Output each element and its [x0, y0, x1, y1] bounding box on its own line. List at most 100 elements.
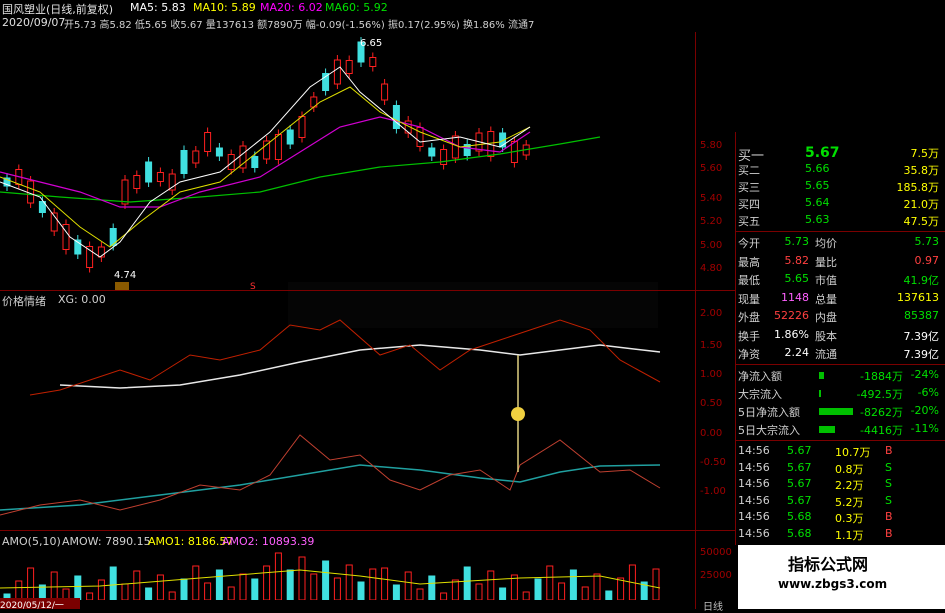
volume-bar — [274, 552, 282, 600]
stat-label: 今开 — [738, 237, 760, 250]
flow-label: 5日大宗流入 — [738, 424, 800, 437]
tick-dir: B — [885, 444, 893, 457]
volume-bar — [605, 590, 613, 600]
price-tick: 5.00 — [700, 240, 723, 251]
candle — [298, 116, 306, 138]
smiley-icon — [511, 407, 525, 421]
fund-flow-row: 5日净流入额 -8262万 -20% — [735, 404, 943, 421]
stats-row: 最低 5.65 市值 41.9亿 — [735, 272, 943, 289]
price-tick: 5.80 — [700, 140, 723, 151]
order-book-row[interactable]: 买一 5.67 7.5万 — [735, 145, 943, 164]
stat-value: 7.39亿 — [903, 348, 940, 361]
tick-price: 5.67 — [787, 444, 812, 457]
ob-price: 5.67 — [805, 145, 840, 161]
tick-row: 14:56 5.67 2.2万 S — [735, 477, 943, 494]
volume-bar — [239, 573, 247, 600]
ma20-line — [0, 116, 531, 208]
volume-tick: 25000 — [700, 570, 732, 581]
indicator-tick: -0.50 — [700, 457, 726, 468]
indicator-chart[interactable] — [0, 300, 695, 530]
volume-bar — [381, 567, 389, 600]
period-tab[interactable]: 日线 — [703, 598, 723, 613]
stat-value: 52226 — [774, 309, 809, 322]
indicator-red-upper — [29, 319, 661, 396]
tick-time: 14:56 — [738, 477, 770, 490]
order-book-row[interactable]: 买三 5.65 185.8万 — [735, 179, 943, 196]
indicator-cyan-line — [0, 464, 661, 511]
tick-price: 5.67 — [787, 460, 812, 474]
volume-bar — [440, 592, 448, 600]
flow-label: 5日净流入额 — [738, 406, 800, 419]
section-divider — [735, 231, 945, 232]
volume-bar — [109, 566, 117, 600]
candle — [204, 132, 212, 152]
flow-pct: -6% — [917, 386, 939, 399]
candle — [274, 134, 282, 160]
amo1-value: AMO1: 8186.57 — [148, 535, 234, 548]
volume-bar — [27, 567, 35, 600]
tick-vol: 10.7万 — [835, 446, 871, 459]
flow-pct: -24% — [910, 368, 939, 381]
candle — [133, 175, 141, 189]
stat-label: 流通 — [815, 348, 837, 361]
volume-bar — [215, 569, 223, 600]
tick-vol: 1.1万 — [835, 528, 864, 542]
volume-bar — [357, 581, 365, 600]
candle — [345, 60, 353, 74]
indicator-tick: 1.50 — [700, 340, 723, 351]
volume-bar — [227, 586, 235, 600]
tick-vol: 2.2万 — [835, 479, 864, 492]
ob-price: 5.64 — [805, 196, 830, 209]
volume-bar — [251, 578, 259, 600]
volume-bar — [322, 560, 330, 600]
ma5-value: MA5: 5.83 — [130, 1, 186, 14]
flow-label: 大宗流入 — [738, 388, 782, 401]
volume-bar — [475, 583, 483, 600]
xaxis-date: 2020/05/12/一 — [0, 598, 80, 611]
volume-bar — [546, 565, 554, 600]
order-book-row[interactable]: 买四 5.64 21.0万 — [735, 196, 943, 213]
tick-time: 14:56 — [738, 460, 770, 474]
flow-bar — [819, 390, 821, 397]
volume-bar — [416, 588, 424, 600]
stat-value: 5.73 — [914, 235, 940, 248]
order-book-row[interactable]: 买二 5.66 35.8万 — [735, 162, 943, 179]
volume-chart[interactable] — [0, 548, 695, 600]
volume-bar — [156, 574, 164, 600]
fund-flow-row: 5日大宗流入 -4416万 -11% — [735, 422, 943, 439]
ma10-line — [0, 86, 531, 248]
tick-dir: S — [885, 477, 892, 490]
amow-value: AMOW: 7890.15 — [62, 535, 151, 548]
ma20-value: MA20: 6.02 — [260, 1, 323, 14]
indicator-tick: 2.00 — [700, 308, 723, 319]
axis-divider — [695, 32, 696, 609]
ob-qty: 7.5万 — [910, 147, 940, 160]
flow-value: -1884万 — [860, 370, 903, 383]
flow-bar — [819, 372, 824, 379]
stat-value: 5.82 — [784, 253, 810, 267]
volume-bar — [581, 586, 589, 600]
candle — [263, 140, 271, 160]
volume-bar — [168, 591, 176, 600]
volume-bar — [286, 569, 294, 600]
flow-pct: -11% — [910, 422, 939, 435]
stat-value: 85387 — [904, 309, 939, 322]
price-tick: 4.80 — [700, 263, 723, 274]
tick-row: 14:56 5.67 10.7万 B — [735, 444, 943, 461]
order-book-row[interactable]: 买五 5.63 47.5万 — [735, 213, 943, 230]
volume-bar — [404, 571, 412, 600]
volume-bar — [652, 568, 660, 600]
volume-bar — [534, 578, 542, 600]
stat-label: 量比 — [815, 255, 837, 269]
volume-label: AMO(5,10) — [2, 535, 61, 548]
fund-flow-row: 净流入额 -1884万 -24% — [735, 368, 943, 385]
candle-group — [3, 37, 530, 273]
volume-bar — [522, 591, 530, 600]
flow-value: -8262万 — [860, 406, 903, 419]
price-tick: 5.40 — [700, 193, 723, 204]
bar-date: 2020/09/07 — [2, 16, 66, 29]
flow-label: 净流入额 — [738, 370, 782, 383]
volume-bar — [487, 570, 495, 600]
ob-qty: 21.0万 — [903, 198, 940, 211]
tick-row: 14:56 5.68 0.3万 B — [735, 510, 943, 527]
